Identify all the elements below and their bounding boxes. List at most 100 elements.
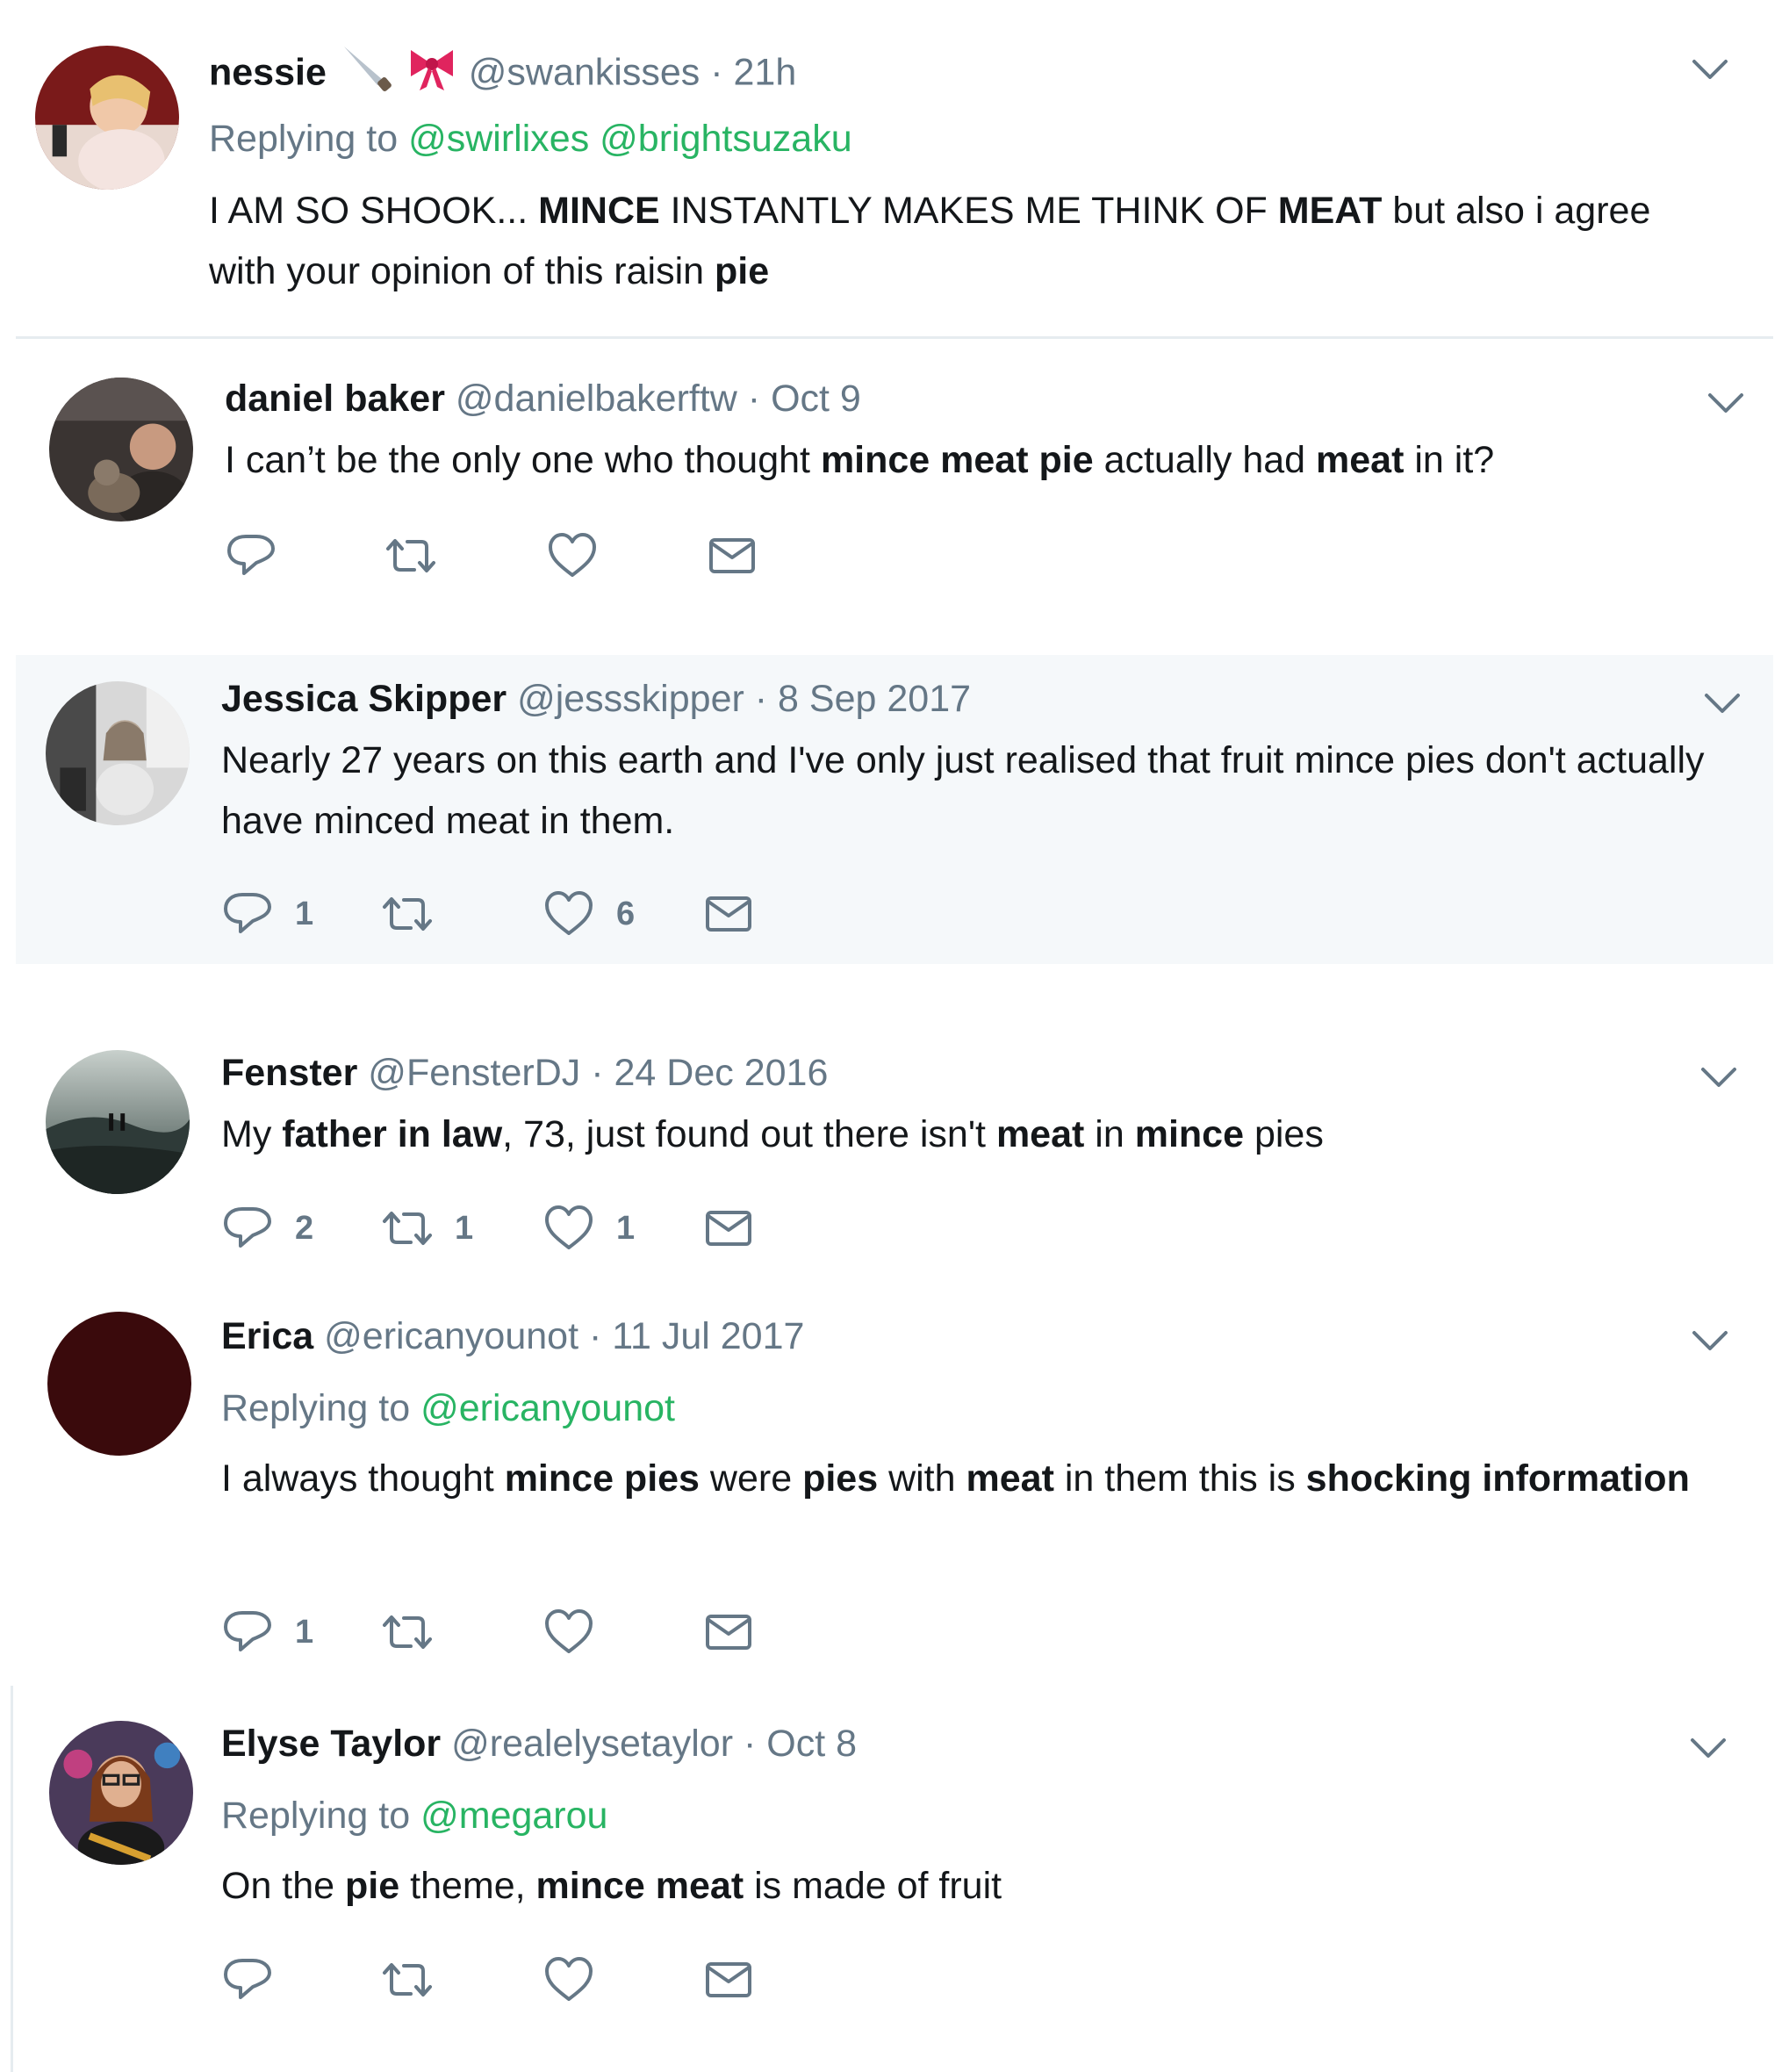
mail-icon — [706, 1211, 751, 1246]
handle[interactable]: @realelysetaylor — [451, 1723, 733, 1765]
timestamp[interactable]: 21h — [733, 51, 796, 93]
highlighted-term: MEAT — [1277, 190, 1383, 232]
reply-button[interactable] — [221, 1949, 274, 2011]
tweet-text: I AM SO SHOOK... MINCE INSTANTLY MAKES M… — [209, 181, 1728, 302]
retweet-button[interactable] — [381, 1949, 434, 2011]
reply-button[interactable]: 1 — [221, 883, 313, 945]
retweet-button[interactable] — [381, 1601, 434, 1663]
text-segment: I can’t be the only one who thought — [225, 439, 821, 481]
chevron-down-icon[interactable] — [1703, 690, 1742, 716]
separator: · — [588, 1315, 602, 1357]
mail-icon — [709, 538, 755, 573]
retweet-button[interactable] — [384, 525, 437, 586]
avatar[interactable] — [49, 378, 193, 522]
highlighted-term: shocking information — [1305, 1457, 1690, 1500]
reply-icon — [227, 535, 275, 575]
handle[interactable]: @swankisses — [469, 51, 701, 93]
handle[interactable]: @ericanyounot — [324, 1315, 578, 1357]
timestamp[interactable]: 11 Jul 2017 — [612, 1315, 804, 1357]
display-name[interactable]: daniel baker — [225, 378, 445, 420]
mail-icon — [706, 1615, 751, 1650]
separator: · — [710, 51, 723, 94]
tweet-text: I always thought mince pies were pies wi… — [221, 1449, 1714, 1509]
display-name[interactable]: Jessica Skipper — [221, 678, 507, 720]
highlighted-term: mince — [1134, 1113, 1244, 1155]
chevron-down-icon[interactable] — [1699, 1064, 1738, 1090]
reply-button[interactable]: 2 — [221, 1198, 313, 1259]
reply-icon — [224, 1959, 271, 1999]
retweet-icon — [383, 1615, 432, 1649]
dm-button[interactable] — [702, 1949, 755, 2011]
timestamp[interactable]: Oct 9 — [771, 378, 861, 420]
like-button[interactable]: 6 — [542, 883, 635, 945]
avatar[interactable] — [46, 681, 190, 825]
divider — [16, 336, 1773, 339]
display-name[interactable]: Erica — [221, 1315, 313, 1357]
avatar[interactable] — [35, 46, 179, 190]
retweet-count: 1 — [455, 1209, 474, 1247]
timestamp[interactable]: Oct 8 — [766, 1723, 857, 1765]
text-segment: in them this is — [1053, 1457, 1306, 1500]
handle[interactable]: @danielbakerftw — [456, 378, 737, 420]
chevron-down-icon[interactable] — [1691, 56, 1729, 83]
like-button[interactable] — [542, 1601, 595, 1663]
reply-button[interactable] — [225, 525, 277, 586]
display-name[interactable]: Fenster — [221, 1052, 357, 1094]
text-segment: I always thought — [221, 1457, 505, 1500]
text-segment: pies — [1244, 1113, 1324, 1155]
dm-button[interactable] — [702, 1601, 755, 1663]
separator: · — [747, 378, 761, 420]
mention-link[interactable]: @ericanyounot — [420, 1387, 675, 1429]
avatar[interactable] — [47, 1312, 191, 1456]
highlighted-term: mince pies — [504, 1457, 700, 1500]
text-segment: actually had — [1093, 439, 1317, 481]
text-segment: Nearly 27 years on this earth and I've o… — [221, 739, 1705, 842]
chevron-down-icon[interactable] — [1691, 1327, 1729, 1354]
handle[interactable]: @FensterDJ — [368, 1052, 580, 1094]
text-segment: My — [221, 1113, 283, 1155]
display-name[interactable]: nessie — [209, 51, 327, 93]
like-button[interactable]: 1 — [542, 1198, 635, 1259]
heart-icon — [545, 1205, 593, 1249]
display-name[interactable]: Elyse Taylor — [221, 1723, 441, 1765]
avatar[interactable] — [49, 1721, 193, 1865]
mention-link[interactable]: @megarou — [420, 1795, 607, 1837]
text-segment: were — [699, 1457, 803, 1500]
text-segment: with — [878, 1457, 966, 1500]
separator: · — [754, 678, 768, 720]
reply-button[interactable]: 1 — [221, 1601, 313, 1663]
replying-label: Replying to — [209, 118, 399, 160]
retweet-button[interactable]: 1 — [381, 1198, 473, 1259]
like-count: 1 — [616, 1209, 636, 1247]
text-segment: On the — [221, 1865, 346, 1907]
reply-count: 1 — [295, 895, 314, 932]
mention-link[interactable]: @swirlixes — [408, 118, 589, 160]
retweet-button[interactable] — [381, 883, 434, 945]
like-button[interactable] — [546, 525, 599, 586]
like-count: 6 — [616, 895, 636, 932]
chevron-down-icon[interactable] — [1706, 390, 1745, 416]
tweet-text: I can’t be the only one who thought minc… — [225, 430, 1743, 491]
like-button[interactable] — [542, 1949, 595, 2011]
highlighted-term: meat — [1316, 439, 1405, 481]
reply-count: 1 — [295, 1613, 314, 1651]
separator: · — [591, 1052, 604, 1094]
dm-button[interactable] — [702, 883, 755, 945]
highlighted-term: meat — [995, 1113, 1085, 1155]
dm-button[interactable] — [706, 525, 758, 586]
handle[interactable]: @jessskipper — [517, 678, 744, 720]
retweet-icon — [383, 1212, 432, 1245]
avatar[interactable] — [46, 1050, 190, 1194]
reply-icon — [224, 893, 271, 933]
highlighted-term: pie — [345, 1865, 400, 1907]
mention-link[interactable]: @brightsuzaku — [600, 118, 851, 160]
timestamp[interactable]: 8 Sep 2017 — [778, 678, 971, 720]
text-segment: in it? — [1404, 439, 1495, 481]
chevron-down-icon[interactable] — [1689, 1735, 1728, 1761]
dm-button[interactable] — [702, 1198, 755, 1259]
ribbon-emoji-icon — [406, 41, 458, 108]
tweet-text: On the pie theme, mince meat is made of … — [221, 1856, 1714, 1917]
timestamp[interactable]: 24 Dec 2016 — [614, 1052, 829, 1094]
tweet-actions — [225, 525, 1278, 586]
reply-icon — [224, 1611, 271, 1651]
